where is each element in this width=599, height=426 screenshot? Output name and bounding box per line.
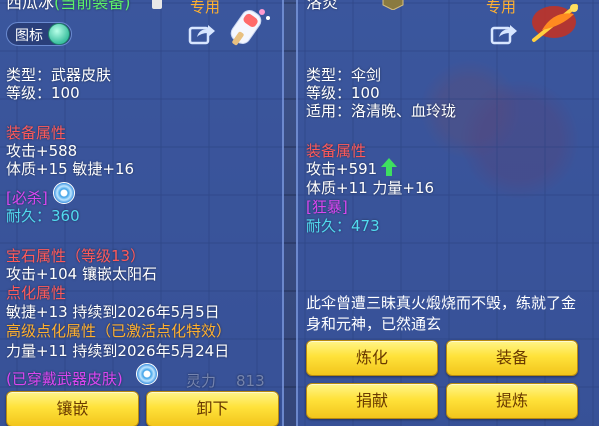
right-level-line: 等级：100 [306, 84, 380, 102]
left-equip-attr-header: 装备属性 [6, 124, 67, 142]
lock-icon [152, 0, 162, 9]
left-type-line: 类型：武器皮肤 [6, 66, 112, 84]
right-item-title: 洛炎 [306, 0, 339, 12]
bg-stat-label: 灵力 [186, 372, 217, 390]
item-description: 此伞曾遭三昧真火煅烧而不毁，练就了金身和元神，已然通玄 [306, 294, 577, 333]
right-stats-line: 体质+11 力量+16 [306, 179, 435, 197]
adv-enhance-header: 高级点化属性（已激活点化特效） [6, 322, 232, 340]
usable-label: 专用 [190, 0, 221, 16]
share-icon[interactable] [490, 23, 518, 45]
icon-toggle-label: 图标 [15, 28, 43, 44]
right-type-line: 类型：伞剑 [306, 66, 382, 84]
right-durability-label: 耐久： [306, 217, 352, 235]
left-durability: 耐久：360 [6, 207, 80, 225]
left-durability-value: 360 [51, 207, 80, 225]
toggle-knob [48, 23, 70, 45]
extract-button[interactable]: 提炼 [446, 383, 578, 419]
adv-enhance-line: 力量+11 持续到2026年5月24日 [6, 342, 230, 360]
unequip-button[interactable]: 卸下 [146, 391, 279, 426]
bg-stat-value: 813 [236, 372, 265, 390]
refine-button[interactable]: 炼化 [306, 340, 438, 376]
swirl-icon[interactable] [53, 182, 75, 204]
left-level-line: 等级：100 [6, 84, 80, 102]
left-item-title: 西瓜冰(当前装备) [6, 0, 131, 12]
right-for-line: 适用：洛清晚、血玲珑 [306, 102, 457, 120]
gem-attr-header: 宝石属性（等级13） [6, 247, 146, 265]
skin-worn-note: (已穿戴武器皮肤) [6, 370, 123, 388]
inlay-button[interactable]: 镶嵌 [6, 391, 139, 426]
left-special-tag: [必杀] [6, 189, 48, 207]
swirl-icon[interactable] [136, 363, 158, 385]
icon-toggle[interactable]: 图标 [6, 22, 72, 46]
left-attack-line: 攻击+588 [6, 142, 78, 160]
enhance-line: 敏捷+13 持续到2026年5月5日 [6, 303, 220, 321]
enhance-header: 点化属性 [6, 284, 67, 302]
emblem-icon [382, 0, 404, 10]
right-equip-attr-header: 装备属性 [306, 142, 367, 160]
right-durability: 耐久：473 [306, 217, 380, 235]
up-arrow-icon [381, 158, 397, 176]
right-special-tag: [狂暴] [306, 198, 348, 216]
equip-button[interactable]: 装备 [446, 340, 578, 376]
fire-umbrella-icon [532, 4, 578, 42]
gem-attr-line: 攻击+104 镶嵌太阳石 [6, 265, 157, 283]
left-stats-line: 体质+15 敏捷+16 [6, 160, 135, 178]
share-icon[interactable] [188, 23, 216, 45]
equipped-tag: (当前装备) [54, 0, 131, 12]
donate-button[interactable]: 捐献 [306, 383, 438, 419]
right-attack-line: 攻击+591 [306, 160, 378, 178]
left-item-name: 西瓜冰 [6, 0, 55, 12]
right-durability-value: 473 [351, 217, 380, 235]
left-durability-label: 耐久： [6, 207, 52, 225]
ice-pop-icon [230, 9, 270, 46]
usable-label: 专用 [486, 0, 517, 16]
